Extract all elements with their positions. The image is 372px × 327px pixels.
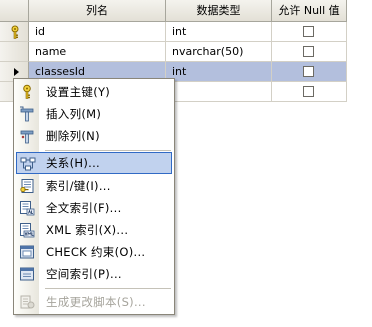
menu-item-label: XML 索引(X)... [46,223,129,237]
fulltext-index-icon [20,201,35,216]
menu-item-check-constraints[interactable]: CHECK 约束(O)... [16,241,172,263]
column-header-name[interactable]: 列名 [29,0,166,22]
column-name-cell[interactable]: id [29,22,166,42]
column-header-type[interactable]: 数据类型 [166,0,272,22]
insert-column-icon [20,106,34,122]
table-row[interactable]: name nvarchar(50) [0,42,347,62]
allow-null-checkbox[interactable] [303,26,314,37]
xml-index-icon [20,223,35,238]
key-icon [23,84,31,99]
current-row-arrow-icon [14,68,19,76]
context-menu: 设置主键(Y) 插入列(M) 删除列(N) 关系(H)... 索引/键(I)..… [13,78,175,315]
menu-item-label: 关系(H)... [46,156,100,170]
allow-null-checkbox[interactable] [303,46,314,57]
index-key-icon [20,179,34,193]
menu-item-spatial-index[interactable]: 空间索引(P)... [16,263,172,285]
column-header-nullable[interactable]: 允许 Null 值 [272,0,347,22]
menu-item-indexes-keys[interactable]: 索引/键(I)... [16,175,172,197]
spatial-index-icon [20,267,34,281]
generate-script-icon [20,295,35,309]
menu-item-generate-change-script: 生成更改脚本(S)... [16,291,172,313]
menu-item-label: 空间索引(P)... [46,267,122,281]
column-name-cell[interactable]: name [29,42,166,62]
menu-item-xml-index[interactable]: XML 索引(X)... [16,219,172,241]
data-type-cell[interactable] [166,82,272,102]
data-type-cell[interactable]: nvarchar(50) [166,42,272,62]
data-type-cell[interactable]: int [166,62,272,82]
row-selector[interactable] [0,42,29,62]
allow-null-cell [272,62,347,82]
menu-item-label: 设置主键(Y) [46,85,111,99]
allow-null-cell [272,82,347,102]
allow-null-cell [272,42,347,62]
row-selector[interactable] [0,22,29,42]
menu-item-label: 删除列(N) [46,129,100,143]
allow-null-cell [272,22,347,42]
header-corner [0,0,29,22]
data-type-cell[interactable]: int [166,22,272,42]
menu-separator [45,288,171,289]
menu-item-label: 索引/键(I)... [46,179,111,193]
menu-separator [45,150,171,151]
menu-item-set-primary-key[interactable]: 设置主键(Y) [16,81,172,103]
allow-null-checkbox[interactable] [303,86,314,97]
table-row[interactable]: id int [0,22,347,42]
menu-item-fulltext-index[interactable]: 全文索引(F)... [16,197,172,219]
menu-item-label: 生成更改脚本(S)... [46,295,146,309]
check-constraint-icon [20,245,34,259]
menu-item-delete-column[interactable]: 删除列(N) [16,125,172,147]
relationship-icon [20,157,36,171]
primary-key-icon [11,25,19,39]
grid-gutter [347,0,372,327]
menu-item-label: CHECK 约束(O)... [46,245,146,259]
delete-column-icon [20,130,34,144]
menu-item-label: 插入列(M) [46,107,102,121]
allow-null-checkbox[interactable] [303,66,314,77]
menu-item-insert-column[interactable]: 插入列(M) [16,103,172,125]
menu-item-relationships[interactable]: 关系(H)... [16,152,172,174]
menu-item-label: 全文索引(F)... [46,201,122,215]
